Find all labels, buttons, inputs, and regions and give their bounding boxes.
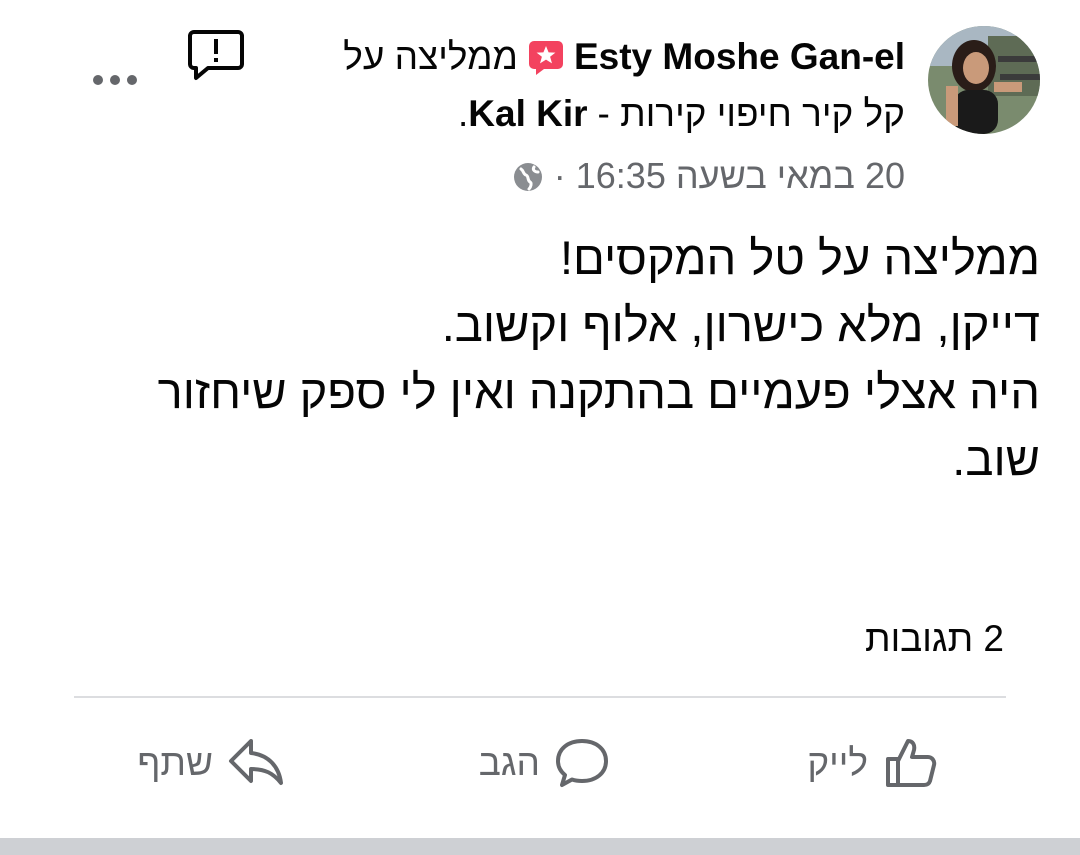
post-header: Esty Moshe Gan-el ממליצה על [343,30,905,84]
comment-icon [554,735,610,791]
post-text-line: דייקן, מלא כישרון, אלוף וקשוב. [441,298,1040,351]
share-icon [227,735,285,791]
avatar[interactable] [928,26,1040,134]
page-name-english: Kal Kir [468,93,588,134]
report-icon[interactable] [186,28,246,84]
author-name[interactable]: Esty Moshe Gan-el [574,36,905,78]
share-button[interactable]: שתף [137,728,285,798]
comment-label: הגב [478,742,540,783]
page-name-suffix: . [457,93,469,134]
post-timestamp[interactable]: 20 במאי בשעה 16:35 · [554,155,905,197]
post-text-line: היה אצלי פעמיים בהתקנה ואין לי ספק שיחזו… [157,365,1040,418]
post-text-line: ממליצה על טל המקסים! [559,231,1040,284]
divider [74,696,1006,698]
post-card: Esty Moshe Gan-el ממליצה על קל קיר חיפוי… [0,0,1080,838]
like-label: לייק [807,742,868,783]
post-text-line: שוב. [952,432,1040,485]
comments-count[interactable]: 2 תגובות [865,614,1004,664]
post-meta: 20 במאי בשעה 16:35 · [512,152,905,200]
share-label: שתף [137,742,213,783]
feed-separator [0,838,1080,855]
post-text: ממליצה על טל המקסים! דייקן, מלא כישרון, … [40,224,1040,492]
like-button[interactable]: לייק [807,728,940,798]
page-name-hebrew: קל קיר חיפוי קירות - [597,93,905,134]
avatar-photo [928,26,1040,134]
recommended-page[interactable]: קל קיר חיפוי קירות - Kal Kir . [458,88,905,140]
comment-button[interactable]: הגב [479,728,610,798]
globe-icon [512,160,544,192]
recommend-icon [526,37,566,77]
more-icon[interactable] [88,66,144,94]
recommends-text: ממליצה על [343,36,518,77]
like-icon [882,735,940,791]
